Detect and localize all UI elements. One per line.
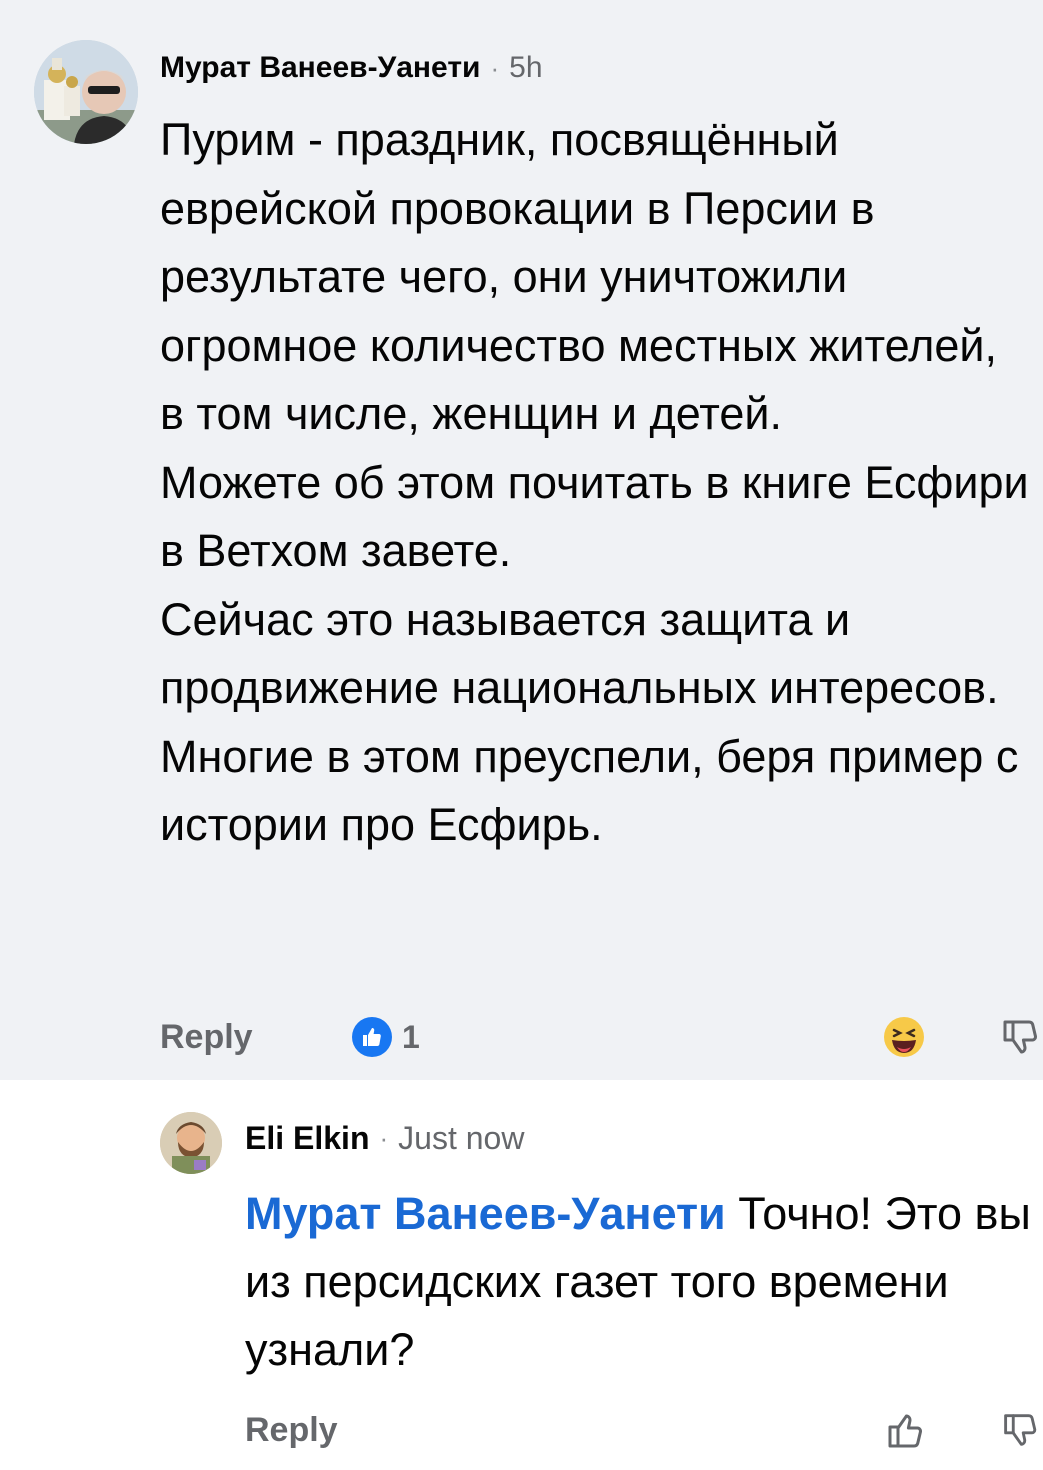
reaction-count: 1 [402,1018,420,1055]
thumbs-down-icon[interactable] [996,1014,1042,1060]
comment-paragraph: Пурим - праздник, посвящённый еврейской … [160,114,998,439]
comment-actions: Reply 1 [160,1012,1037,1062]
separator-dot: · [379,1122,389,1153]
thumbs-down-icon[interactable] [997,1407,1041,1453]
comment-body: Пурим - праздник, посвящённый еврейской … [160,106,1030,860]
comment-paragraph: Можете об этом почитать в книге Есфири в… [160,456,1029,577]
comment-actions: Reply [245,1405,1037,1455]
reply-button[interactable]: Reply [160,1012,253,1062]
comment-paragraph: Многие в этом преуспели, беря пример с и… [160,730,1019,851]
author-name[interactable]: Eli Elkin [245,1120,369,1157]
comment-body: Мурат Ванеев-Уанети Точно! Это вы из пер… [245,1180,1035,1384]
comment-highlighted: Мурат Ванеев-Уанети · 5h Пурим - праздни… [0,0,1043,1080]
like-reaction-icon [352,1017,392,1057]
avatar[interactable] [160,1112,222,1174]
mention-link[interactable]: Мурат Ванеев-Уанети [245,1188,726,1239]
author-name[interactable]: Мурат Ванеев-Уанети [160,51,480,85]
comment-header: Мурат Ванеев-Уанети · 5h [160,46,543,90]
comment-header: Eli Elkin · Just now [245,1116,524,1160]
timestamp[interactable]: 5h [509,51,542,85]
avatar[interactable] [34,40,138,144]
comment-paragraph: Сейчас это называется защита и продвижен… [160,593,999,714]
separator-dot: · [490,52,500,83]
timestamp[interactable]: Just now [398,1120,524,1157]
reaction-summary[interactable]: 1 [352,1016,420,1058]
avatar-photo-icon [34,40,138,144]
avatar-cartoon-icon [160,1112,222,1174]
thumbs-up-icon[interactable] [883,1407,927,1453]
reply-button[interactable]: Reply [245,1405,338,1455]
haha-reaction-icon[interactable] [882,1015,926,1059]
